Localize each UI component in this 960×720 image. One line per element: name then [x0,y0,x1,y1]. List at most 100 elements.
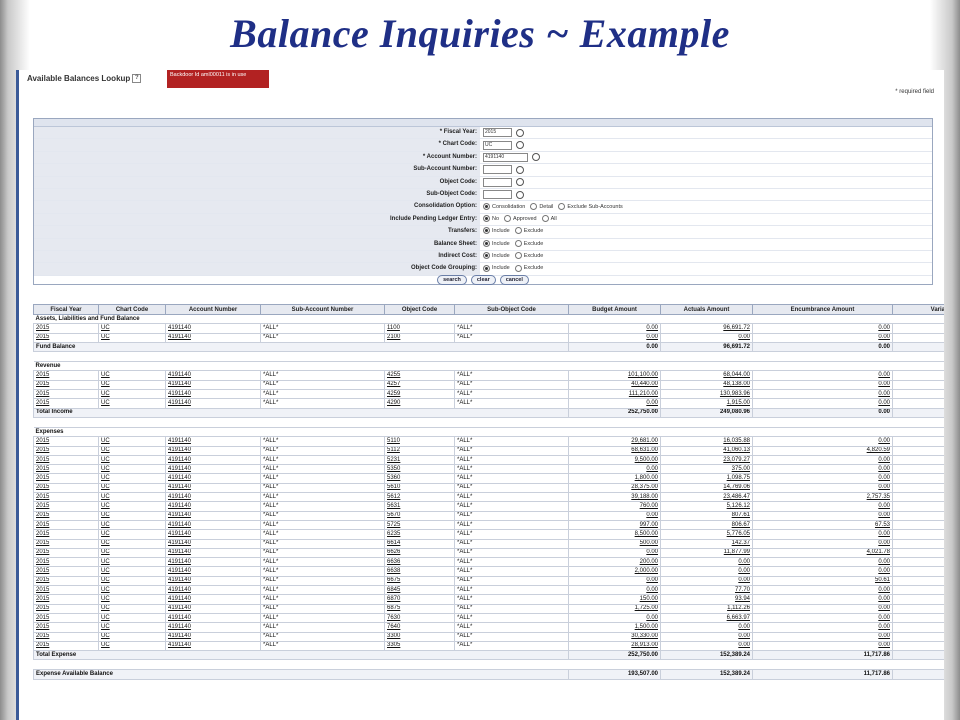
cell-encumbrance-amount[interactable]: 67.53 [752,519,893,531]
help-icon[interactable]: ? [132,74,142,84]
cell-fiscal-year[interactable]: 2015 [33,473,99,484]
cell-object-code[interactable]: 5612 [384,492,455,503]
cell-budget-amount[interactable]: 997.00 [568,519,661,531]
cell-actuals-amount[interactable]: 41,060.13 [660,445,753,456]
cell-encumbrance-amount[interactable]: 0.00 [752,566,893,577]
cell-budget-amount[interactable]: 30,330.00 [568,631,661,642]
cell-encumbrance-amount[interactable]: 2,757.35 [752,492,893,503]
cell-account-number[interactable]: 4191140 [165,510,261,521]
cell-fiscal-year[interactable]: 2015 [33,332,99,343]
cell-actuals-amount[interactable]: 0.00 [660,622,753,633]
radio-option-approved[interactable]: Approved [504,214,537,225]
cell-chart-code[interactable]: UC [98,529,166,540]
cell-chart-code[interactable]: UC [98,398,166,409]
cell-account-number[interactable]: 4191140 [165,389,261,400]
cell-chart-code[interactable]: UC [98,445,166,456]
cell-actuals-amount[interactable]: 1,098.75 [660,473,753,484]
cell-encumbrance-amount[interactable]: 0.00 [752,332,893,343]
radio-button[interactable] [483,239,490,247]
cell-object-code[interactable]: 2100 [384,332,455,343]
cell-actuals-amount[interactable]: 130,983.96 [660,389,753,400]
cell-actuals-amount[interactable]: 806.67 [660,519,753,531]
cell-budget-amount[interactable]: 0.00 [568,510,661,521]
cell-object-code[interactable]: 5231 [384,454,455,466]
cell-actuals-amount[interactable]: 0.00 [660,631,753,642]
cell-budget-amount[interactable]: 29,681.00 [568,436,661,447]
radio-option-exclude[interactable]: Exclude [514,226,543,237]
cell-actuals-amount[interactable]: 0.00 [660,640,753,652]
cell-budget-amount[interactable]: 8,500.00 [568,529,661,540]
cell-object-code[interactable]: 4255 [384,370,455,381]
column-header-chart-code[interactable]: Chart Code [98,304,166,315]
radio-button[interactable] [483,214,490,222]
cell-object-code[interactable]: 6626 [384,547,455,559]
cell-encumbrance-amount[interactable]: 0.00 [752,379,893,391]
cell-budget-amount[interactable]: 0.00 [568,464,661,475]
cell-budget-amount[interactable]: 101,100.00 [568,370,661,381]
cell-object-code[interactable]: 6870 [384,594,455,605]
column-header-budget-amount[interactable]: Budget Amount [568,304,661,315]
fiscal-year-input[interactable]: 2015 [483,128,512,138]
cell-budget-amount[interactable]: 9,500.00 [568,454,661,466]
cell-encumbrance-amount[interactable]: 0.00 [752,436,893,447]
radio-button[interactable] [504,214,512,222]
cell-account-number[interactable]: 4191140 [165,640,261,652]
radio-button[interactable] [514,227,522,235]
lookup-icon[interactable] [516,178,524,187]
cell-account-number[interactable]: 4191140 [165,436,261,447]
cell-budget-amount[interactable]: 0.00 [568,323,661,334]
cell-account-number[interactable]: 4191140 [165,464,261,475]
cell-actuals-amount[interactable]: 0.00 [660,575,753,587]
column-header-actuals-amount[interactable]: Actuals Amount [660,304,753,315]
cell-chart-code[interactable]: UC [98,370,166,381]
cell-fiscal-year[interactable]: 2015 [33,436,99,447]
cell-account-number[interactable]: 4191140 [165,473,261,484]
cell-fiscal-year[interactable]: 2015 [33,389,99,400]
cell-fiscal-year[interactable]: 2015 [33,398,99,409]
cell-encumbrance-amount[interactable]: 0.00 [752,501,893,512]
cell-chart-code[interactable]: UC [98,575,166,587]
cell-budget-amount[interactable]: 111,210.00 [568,389,661,400]
column-header-fiscal-year[interactable]: Fiscal Year [33,304,99,315]
cell-encumbrance-amount[interactable]: 0.00 [752,454,893,466]
cell-fiscal-year[interactable]: 2015 [33,379,99,391]
column-header-account-number[interactable]: Account Number [165,304,261,315]
cell-encumbrance-amount[interactable]: 0.00 [752,389,893,400]
cell-encumbrance-amount[interactable]: 0.00 [752,584,893,596]
cell-chart-code[interactable]: UC [98,492,166,503]
cell-budget-amount[interactable]: 0.00 [568,584,661,596]
cell-account-number[interactable]: 4191140 [165,547,261,559]
radio-option-all[interactable]: All [541,214,557,225]
cell-encumbrance-amount[interactable]: 0.00 [752,538,893,549]
cell-actuals-amount[interactable]: 93.94 [660,594,753,605]
cell-account-number[interactable]: 4191140 [165,612,261,624]
cell-account-number[interactable]: 4191140 [165,323,261,334]
account-number-input[interactable]: 4191140 [483,152,528,162]
cell-fiscal-year[interactable]: 2015 [33,538,99,549]
cell-account-number[interactable]: 4191140 [165,557,261,568]
sub-account-number-input[interactable] [483,165,512,175]
radio-button[interactable] [558,202,566,210]
chart-code-input[interactable]: UC [483,140,512,150]
cell-chart-code[interactable]: UC [98,389,166,400]
cell-actuals-amount[interactable]: 68,044.00 [660,370,753,381]
cell-budget-amount[interactable]: 760.00 [568,501,661,512]
cell-object-code[interactable]: 7630 [384,612,455,624]
cell-fiscal-year[interactable]: 2015 [33,482,99,494]
radio-button[interactable] [483,202,490,210]
cell-encumbrance-amount[interactable]: 0.00 [752,594,893,605]
lookup-icon[interactable] [516,141,524,150]
lookup-icon[interactable] [516,165,524,174]
cell-chart-code[interactable]: UC [98,482,166,494]
cell-account-number[interactable]: 4191140 [165,332,261,343]
cell-budget-amount[interactable]: 28,375.00 [568,482,661,494]
cell-budget-amount[interactable]: 200.00 [568,557,661,568]
cell-budget-amount[interactable]: 0.00 [568,398,661,409]
radio-button[interactable] [483,227,490,235]
cell-chart-code[interactable]: UC [98,566,166,577]
cell-budget-amount[interactable]: 1,500.00 [568,622,661,633]
lookup-icon[interactable] [516,128,524,137]
cell-actuals-amount[interactable]: 16,035.88 [660,436,753,447]
cell-fiscal-year[interactable]: 2015 [33,575,99,587]
radio-button[interactable] [483,252,490,260]
